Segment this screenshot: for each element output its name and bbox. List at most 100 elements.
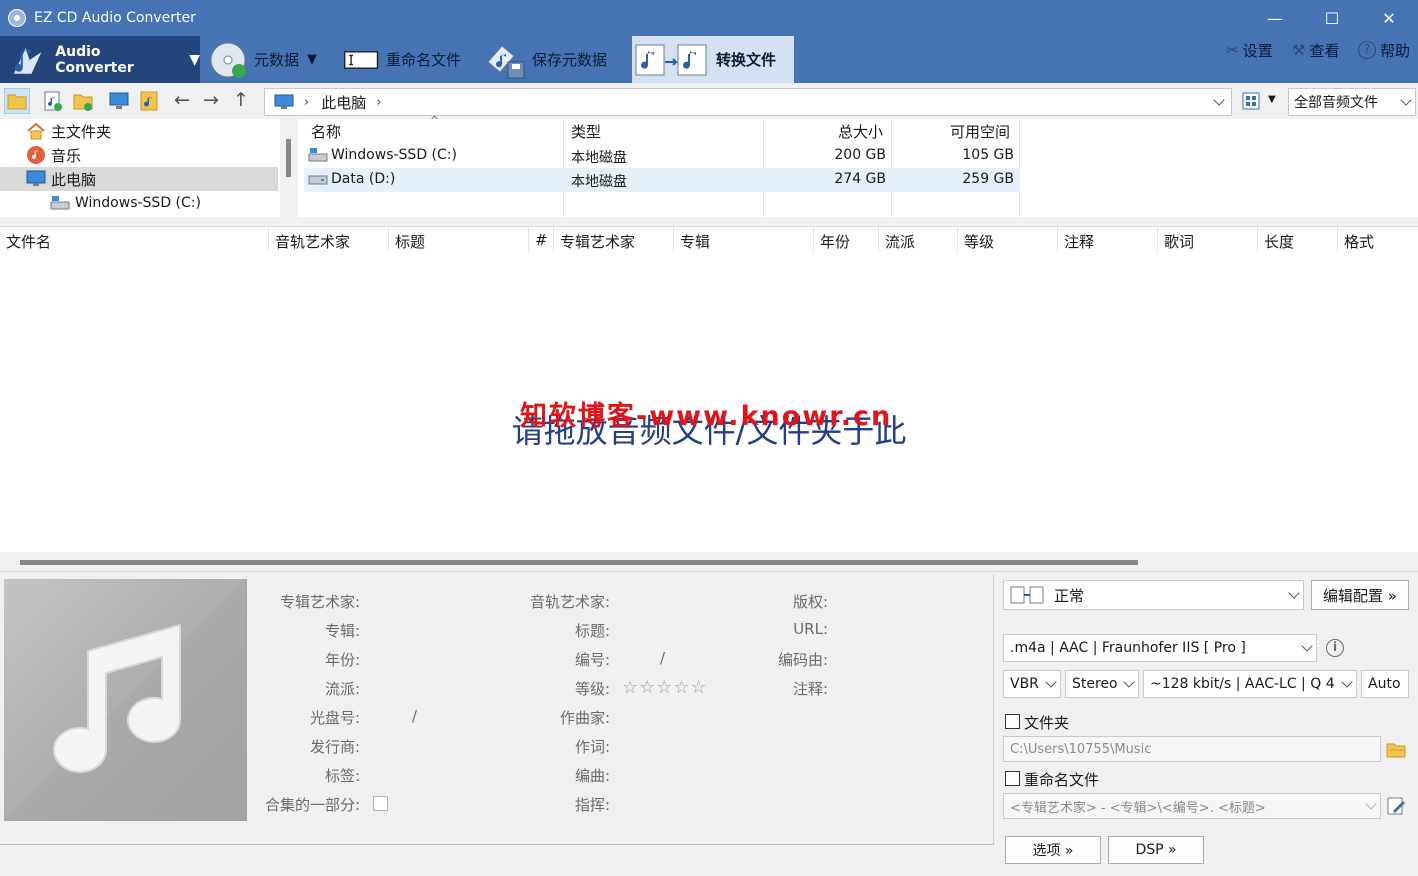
rename-pattern-value: <专辑艺术家> - <专辑>\<编号>. <标题> bbox=[1010, 800, 1266, 816]
track-number-separator[interactable]: / bbox=[660, 649, 665, 667]
view-button[interactable]: ⚒ 查看 bbox=[1292, 38, 1339, 62]
folder-view-icon[interactable] bbox=[4, 88, 30, 114]
file-filter-dropdown[interactable]: 全部音频文件 bbox=[1288, 88, 1416, 116]
mode-label: Audio Converter bbox=[55, 43, 134, 76]
bitrate-mode-dropdown[interactable]: VBR bbox=[1003, 670, 1061, 698]
edit-profile-button[interactable]: 编辑配置 » bbox=[1311, 580, 1409, 610]
drive-row[interactable]: Windows-SSD (C:) 本地磁盘 200 GB 105 GB bbox=[304, 144, 1020, 168]
column-header-track-artist[interactable]: 音轨艺术家 bbox=[275, 231, 350, 252]
column-header-length[interactable]: 长度 bbox=[1264, 231, 1294, 252]
drive-free: 259 GB bbox=[962, 171, 1014, 187]
quality-dropdown[interactable]: ~128 kbit/s | AAC-LC | Q 4 bbox=[1143, 670, 1357, 698]
convert-files-button[interactable]: 转换文件 bbox=[632, 36, 794, 83]
up-arrow-icon[interactable]: ↑ bbox=[233, 89, 249, 111]
column-header-album-artist[interactable]: 专辑艺术家 bbox=[560, 231, 635, 252]
ribbon-toolbar: Audio Converter ▼ 元数据 ▼ 重命名文件 保存元数据 转换文件… bbox=[0, 36, 1418, 83]
auto-button[interactable]: Auto bbox=[1361, 670, 1409, 698]
column-header-comment[interactable]: 注释 bbox=[1064, 231, 1094, 252]
chevron-down-icon: ▼ bbox=[307, 52, 318, 67]
column-header-rating[interactable]: 等级 bbox=[964, 231, 994, 252]
column-header-year[interactable]: 年份 bbox=[820, 231, 850, 252]
rename-files-checkbox[interactable] bbox=[1005, 771, 1020, 786]
maximize-button[interactable]: ☐ bbox=[1303, 0, 1361, 36]
drive-type: 本地磁盘 bbox=[571, 150, 627, 166]
album-label: 专辑: bbox=[324, 622, 360, 640]
add-folder-icon[interactable] bbox=[72, 90, 94, 112]
navigation-toolbar: ← → ↑ › 此电脑 › ▼ 全部音频文件 bbox=[0, 83, 1418, 119]
rename-files-button[interactable]: 重命名文件 bbox=[342, 36, 461, 83]
help-button[interactable]: ? 帮助 bbox=[1358, 38, 1410, 62]
drive-name: Windows-SSD (C:) bbox=[331, 147, 457, 163]
info-icon[interactable]: i bbox=[1326, 639, 1344, 657]
metadata-button[interactable]: 元数据 ▼ bbox=[206, 36, 317, 83]
column-header-album[interactable]: 专辑 bbox=[680, 231, 710, 252]
channels-dropdown[interactable]: Stereo bbox=[1065, 670, 1139, 698]
album-art[interactable] bbox=[4, 579, 247, 821]
output-folder-value: C:\Users\10755\Music bbox=[1010, 741, 1152, 757]
mode-selector-button[interactable]: Audio Converter ▼ bbox=[0, 36, 200, 83]
column-header-name[interactable]: 名称 bbox=[311, 121, 341, 143]
year-label: 年份: bbox=[324, 651, 360, 669]
drive-icon bbox=[308, 175, 328, 185]
tree-item-home[interactable]: 主文件夹 bbox=[0, 119, 278, 143]
drive-row[interactable]: Data (D:) 本地磁盘 274 GB 259 GB bbox=[304, 168, 1020, 192]
forward-arrow-icon[interactable]: → bbox=[203, 89, 219, 111]
tree-item-this-pc[interactable]: 此电脑 bbox=[0, 167, 278, 191]
format-value: .m4a | AAC | Fraunhofer IIS [ Pro ] bbox=[1010, 640, 1246, 656]
sort-ascending-icon: ^ bbox=[430, 114, 440, 127]
view-label: 查看 bbox=[1309, 41, 1340, 60]
column-header-free[interactable]: 可用空间 bbox=[950, 121, 1010, 143]
horizontal-scroll-thumb[interactable] bbox=[20, 560, 1138, 565]
address-bar[interactable]: › 此电脑 › bbox=[264, 88, 1232, 116]
disc-number-separator[interactable]: / bbox=[412, 707, 417, 725]
output-folder-field[interactable]: C:\Users\10755\Music bbox=[1003, 736, 1381, 762]
column-header-total[interactable]: 总大小 bbox=[838, 121, 883, 143]
file-drop-area[interactable]: 请拖放音频文件/文件夹于此 知软博客-www.knowr.cn bbox=[0, 252, 1418, 552]
view-mode-icon[interactable] bbox=[1241, 91, 1261, 111]
address-text[interactable]: 此电脑 bbox=[321, 92, 366, 113]
save-metadata-icon bbox=[487, 44, 525, 78]
dsp-button[interactable]: DSP » bbox=[1108, 836, 1204, 864]
chevron-down-icon[interactable] bbox=[1213, 94, 1225, 106]
back-arrow-icon[interactable]: ← bbox=[174, 89, 190, 111]
cd-metadata-icon bbox=[210, 42, 246, 78]
minimize-button[interactable]: — bbox=[1246, 0, 1304, 36]
rating-stars[interactable]: ☆☆☆☆☆ bbox=[622, 677, 708, 698]
hammer-icon: ⚒ bbox=[1292, 41, 1306, 59]
tree-item-drive-c[interactable]: Windows-SSD (C:) bbox=[0, 191, 278, 215]
column-header-title[interactable]: 标题 bbox=[395, 231, 425, 252]
close-button[interactable]: ✕ bbox=[1360, 0, 1418, 36]
column-header-genre[interactable]: 流派 bbox=[885, 231, 915, 252]
column-header-filename[interactable]: 文件名 bbox=[6, 231, 51, 252]
folder-checkbox[interactable] bbox=[1005, 714, 1020, 729]
options-button[interactable]: 选项 » bbox=[1005, 836, 1101, 864]
help-label: 帮助 bbox=[1380, 41, 1411, 60]
browse-folder-icon[interactable] bbox=[1385, 738, 1407, 760]
rename-pattern-field[interactable]: <专辑艺术家> - <专辑>\<编号>. <标题> bbox=[1003, 793, 1381, 819]
compilation-checkbox[interactable] bbox=[373, 796, 388, 811]
column-header-type[interactable]: 类型 bbox=[571, 121, 601, 143]
profile-dropdown[interactable]: 正常 bbox=[1003, 580, 1304, 610]
edit-pattern-icon[interactable] bbox=[1385, 795, 1407, 817]
tree-scroll-thumb[interactable] bbox=[286, 139, 291, 177]
breadcrumb-chevron-icon: › bbox=[304, 94, 310, 110]
tree-scrollbar[interactable] bbox=[280, 119, 298, 217]
tree-item-label: 此电脑 bbox=[51, 170, 97, 189]
tree-item-music[interactable]: 音乐 bbox=[0, 143, 278, 167]
chevron-down-icon bbox=[1123, 676, 1135, 688]
drive-total: 274 GB bbox=[834, 171, 886, 187]
chevron-down-icon bbox=[1400, 94, 1412, 106]
chevron-down-icon[interactable]: ▼ bbox=[1268, 94, 1276, 105]
column-header-number[interactable]: # bbox=[535, 231, 548, 249]
horizontal-scrollbar[interactable] bbox=[0, 552, 1418, 572]
column-header-lyrics[interactable]: 歌词 bbox=[1164, 231, 1194, 252]
music-library-icon[interactable] bbox=[138, 90, 160, 112]
column-header-format[interactable]: 格式 bbox=[1344, 231, 1374, 252]
format-dropdown[interactable]: .m4a | AAC | Fraunhofer IIS [ Pro ] bbox=[1003, 634, 1317, 662]
settings-button[interactable]: ✂ 设置 bbox=[1226, 38, 1273, 62]
save-metadata-button[interactable]: 保存元数据 bbox=[484, 36, 607, 83]
url-label: URL: bbox=[793, 620, 828, 638]
chevron-down-icon bbox=[1301, 640, 1313, 652]
add-file-icon[interactable] bbox=[42, 90, 64, 112]
computer-icon[interactable] bbox=[108, 90, 130, 112]
